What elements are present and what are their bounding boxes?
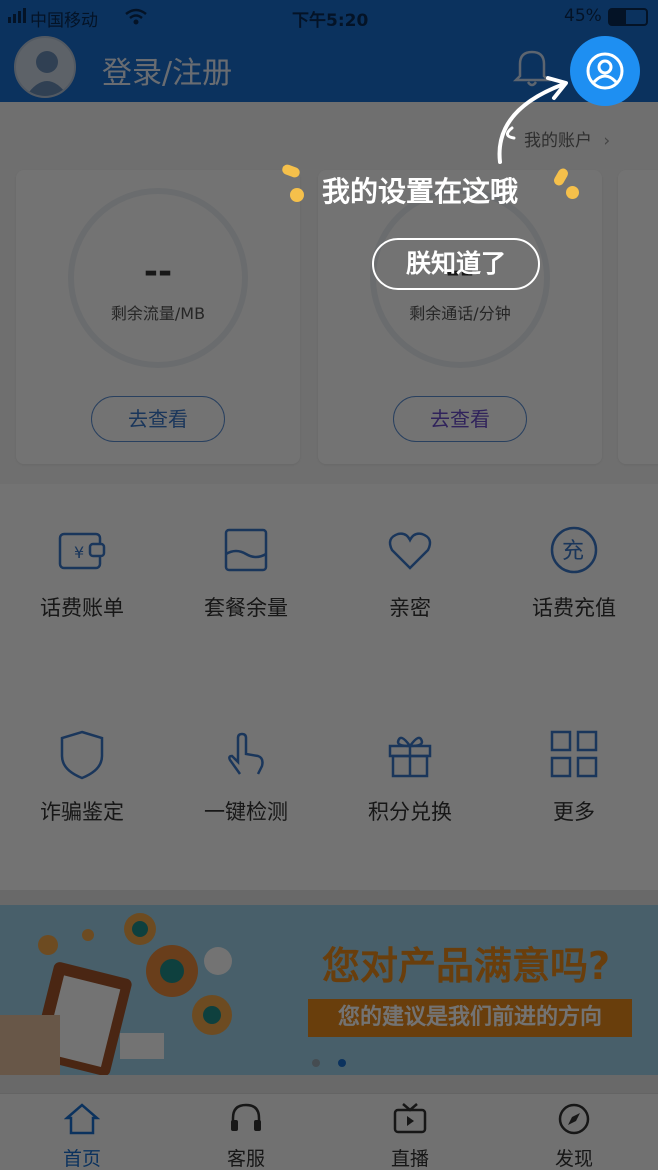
tab-label: 客服 xyxy=(226,1148,265,1170)
tab-label: 发现 xyxy=(554,1148,593,1170)
avatar[interactable] xyxy=(14,36,76,98)
got-it-button[interactable]: 朕知道了 xyxy=(372,238,540,290)
wifi-icon xyxy=(125,8,147,25)
grid-item-fraud-check[interactable]: 诈骗鉴定 xyxy=(0,728,164,826)
data-value: -- xyxy=(143,252,173,292)
grid-label: 积分兑换 xyxy=(368,800,452,824)
grid-label: 话费账单 xyxy=(40,596,124,620)
tab-customer-service[interactable]: 客服 xyxy=(164,1102,328,1170)
status-bar: 中国移动 下午5:20 45% xyxy=(0,0,658,34)
shield-icon xyxy=(60,730,104,780)
chevron-right-icon: › xyxy=(603,131,611,151)
clipboard-gears-illustration xyxy=(0,913,232,1075)
grid-label: 一键检测 xyxy=(204,800,288,824)
pointer-arrow-icon xyxy=(497,76,568,164)
recharge-icon: 充 xyxy=(550,526,598,574)
carousel-dot-active[interactable] xyxy=(338,1059,346,1067)
compass-icon xyxy=(558,1103,590,1135)
grid-label: 话费充值 xyxy=(532,596,616,620)
carrier-label: 中国移动 xyxy=(30,11,98,31)
grid-item-bill[interactable]: ¥ 话费账单 xyxy=(0,524,164,622)
tab-home[interactable]: 首页 xyxy=(0,1102,164,1170)
grid-item-more[interactable]: 更多 xyxy=(492,728,656,826)
call-balance-card: -- 剩余通话/分钟 去查看 xyxy=(318,170,602,464)
home-icon xyxy=(63,1103,101,1135)
more-grid-icon xyxy=(550,730,598,778)
user-settings-icon xyxy=(586,52,624,90)
next-card-peek xyxy=(618,170,658,464)
grid-label: 亲密 xyxy=(389,596,431,620)
grid-item-package[interactable]: 套餐余量 xyxy=(164,524,328,622)
grid-item-points[interactable]: 积分兑换 xyxy=(328,728,492,826)
heart-icon xyxy=(388,532,432,570)
svg-text:¥: ¥ xyxy=(74,543,84,562)
tv-icon xyxy=(393,1103,427,1134)
tab-discover[interactable]: 发现 xyxy=(492,1102,656,1170)
decor-dot xyxy=(290,188,304,202)
grid-item-intimacy[interactable]: 亲密 xyxy=(328,524,492,622)
clock: 下午5:20 xyxy=(292,11,369,31)
data-unit-label: 剩余流量/MB xyxy=(110,304,206,323)
grid-item-recharge[interactable]: 充 话费充值 xyxy=(492,524,656,622)
grid-label: 套餐余量 xyxy=(204,596,288,620)
svg-text:充: 充 xyxy=(562,539,584,564)
wallet-icon: ¥ xyxy=(58,532,106,570)
headset-icon xyxy=(231,1103,261,1131)
banner-subtitle: 您的建议是我们前进的方向 xyxy=(308,999,632,1037)
banner-title: 您对产品满意吗? xyxy=(322,944,611,988)
view-data-button[interactable]: 去查看 xyxy=(91,396,225,442)
decor-dot xyxy=(566,186,579,199)
settings-button[interactable] xyxy=(570,36,640,106)
guide-hint-text: 我的设置在这哦 xyxy=(322,175,519,208)
tab-label: 直播 xyxy=(390,1148,429,1170)
tab-label: 首页 xyxy=(62,1148,101,1170)
battery-percent: 45% xyxy=(564,6,602,26)
grid-label: 诈骗鉴定 xyxy=(40,800,124,824)
tab-live[interactable]: 直播 xyxy=(328,1102,492,1170)
bottom-tab-bar: 首页 客服 直播 发现 xyxy=(0,1093,658,1170)
data-balance-card: -- 剩余流量/MB 去查看 xyxy=(16,170,300,464)
battery-icon xyxy=(608,8,648,26)
carousel-dot[interactable] xyxy=(312,1059,320,1067)
gift-icon xyxy=(388,736,432,778)
login-register-link[interactable]: 登录/注册 xyxy=(102,48,232,92)
view-call-button[interactable]: 去查看 xyxy=(393,396,527,442)
call-unit-label: 剩余通话/分钟 xyxy=(409,304,511,323)
feedback-banner[interactable]: 您对产品满意吗? 您的建议是我们前进的方向 xyxy=(0,905,658,1075)
tap-icon xyxy=(228,732,264,775)
signal-icon xyxy=(8,8,26,23)
grid-label: 更多 xyxy=(553,800,595,824)
package-icon xyxy=(224,528,268,572)
grid-item-one-tap-test[interactable]: 一键检测 xyxy=(164,728,328,826)
